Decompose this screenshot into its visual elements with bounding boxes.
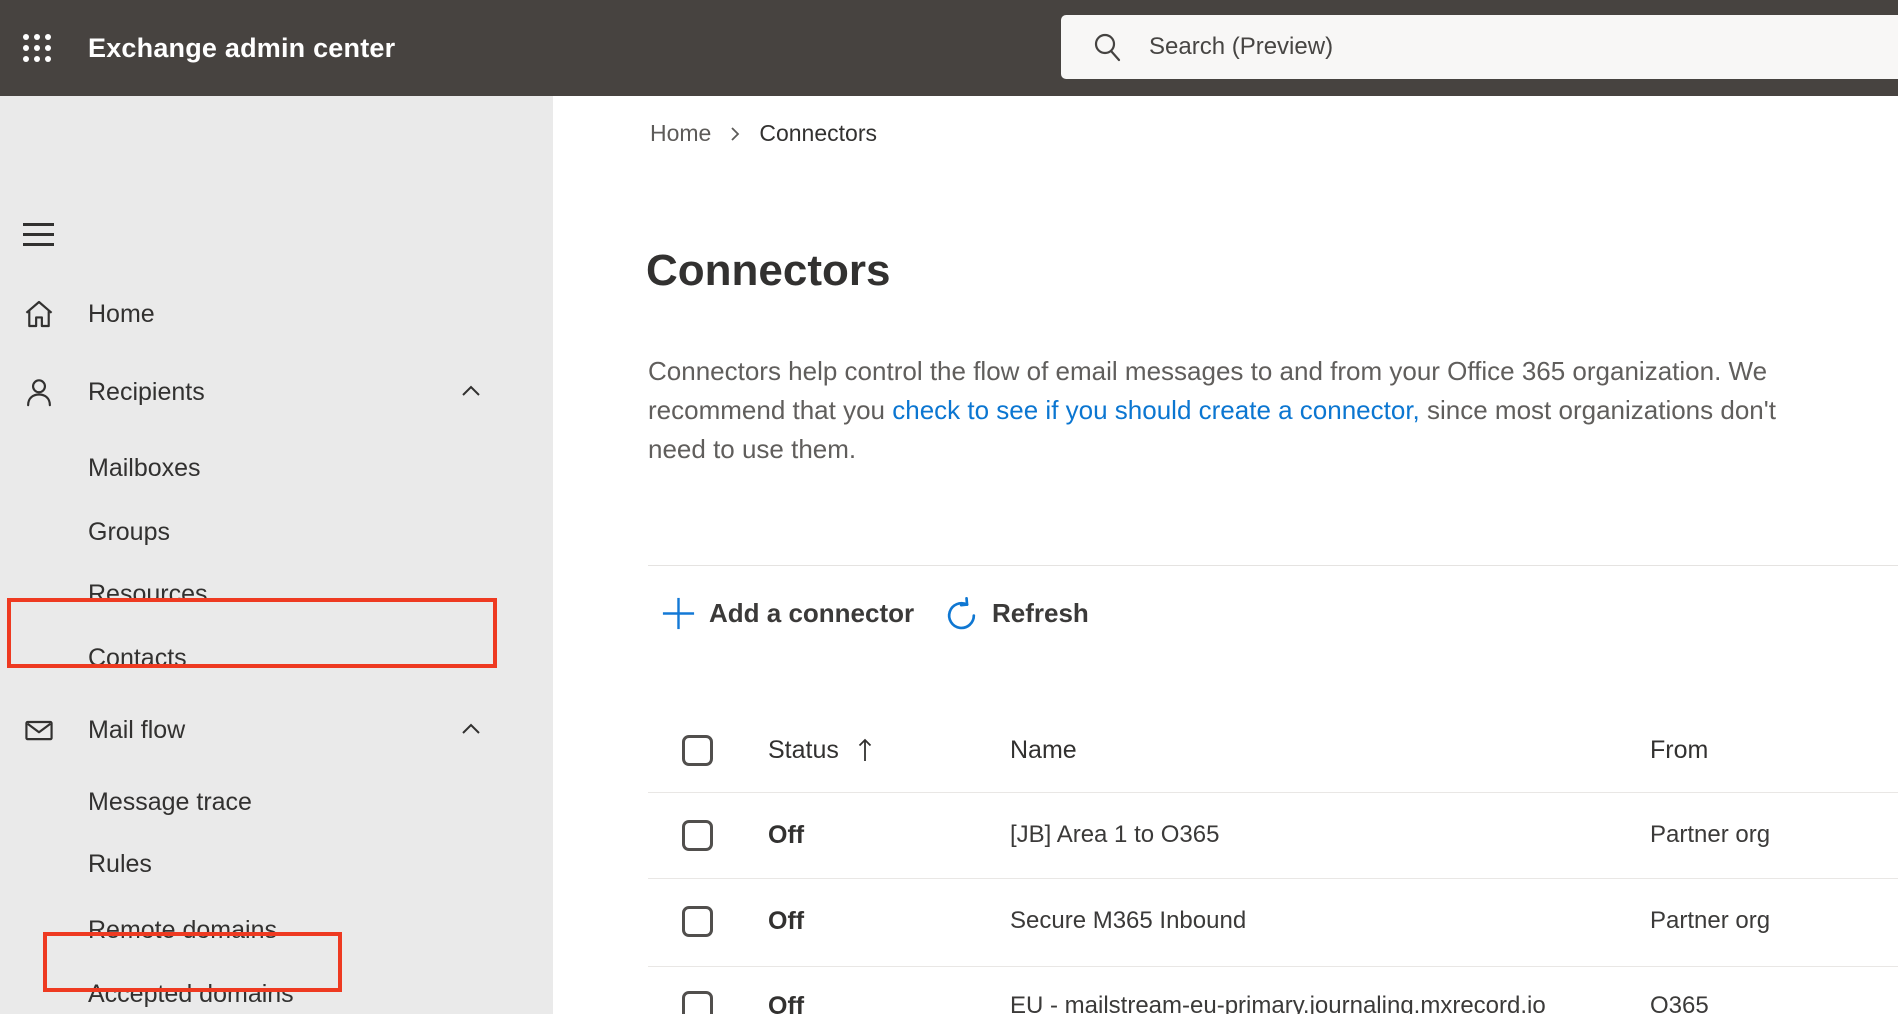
page-description: Connectors help control the flow of emai…: [648, 356, 1776, 464]
sidebar-item-resources[interactable]: Resources: [0, 572, 553, 616]
sidebar-item-mail-flow[interactable]: Mail flow: [0, 708, 553, 752]
row-checkbox[interactable]: [682, 820, 713, 851]
cell-name[interactable]: EU - mailstream-eu-primary.journaling.mx…: [1010, 984, 1546, 1014]
column-header-from[interactable]: From: [1650, 728, 1708, 772]
sidebar-item-home[interactable]: Home: [0, 292, 553, 336]
row-checkbox[interactable]: [682, 991, 713, 1014]
page-title: Connectors: [646, 246, 891, 295]
create-connector-help-link[interactable]: check to see if you should create a conn…: [892, 395, 1420, 425]
sidebar-item-remote-domains[interactable]: Remote domains: [0, 908, 553, 952]
column-header-name[interactable]: Name: [1010, 728, 1077, 772]
refresh-icon: [947, 596, 976, 629]
row-divider: [648, 966, 1898, 967]
cell-name[interactable]: [JB] Area 1 to O365: [1010, 813, 1219, 857]
select-all-checkbox[interactable]: [682, 735, 713, 766]
sidebar-item-mailboxes[interactable]: Mailboxes: [0, 446, 553, 490]
mail-icon: [25, 720, 53, 741]
plus-icon: [662, 597, 695, 629]
sidebar-item-accepted-domains[interactable]: Accepted domains: [0, 972, 553, 1014]
top-app-bar: Exchange admin center: [0, 0, 1898, 96]
sidebar-item-contacts[interactable]: Contacts: [0, 636, 553, 680]
add-connector-button[interactable]: Add a connector: [660, 591, 914, 635]
row-checkbox[interactable]: [682, 906, 713, 937]
cell-from: Partner org: [1650, 821, 1771, 848]
global-search-box[interactable]: [1061, 15, 1898, 79]
chevron-up-icon[interactable]: [459, 380, 483, 404]
breadcrumb: Home Connectors: [650, 113, 877, 153]
cell-from: Partner org: [1650, 907, 1771, 934]
row-divider: [648, 878, 1898, 879]
sidebar-item-rules[interactable]: Rules: [0, 842, 553, 886]
sidebar-item-recipients[interactable]: Recipients: [0, 370, 553, 414]
person-icon: [27, 379, 51, 407]
column-header-status[interactable]: Status: [768, 728, 873, 772]
app-launcher-waffle-icon[interactable]: [20, 31, 54, 65]
cell-status: Off: [768, 906, 805, 935]
sort-ascending-icon: [858, 738, 872, 761]
search-icon: [1094, 33, 1121, 62]
search-input[interactable]: [1149, 33, 1749, 61]
chevron-right-icon: [731, 127, 740, 141]
breadcrumb-current: Connectors: [759, 119, 877, 146]
left-navigation-pane: Home Recipients Mailboxes Groups Resourc…: [0, 96, 553, 1014]
toolbar-divider: [648, 565, 1898, 566]
home-icon: [25, 300, 53, 328]
sidebar-item-groups[interactable]: Groups: [0, 510, 553, 554]
hamburger-menu-icon[interactable]: [23, 223, 54, 247]
row-divider: [648, 792, 1898, 793]
breadcrumb-home-link[interactable]: Home: [650, 120, 711, 147]
cell-name[interactable]: Secure M365 Inbound: [1010, 899, 1246, 943]
cell-from: O365: [1650, 992, 1709, 1014]
refresh-button[interactable]: Refresh: [943, 591, 1089, 635]
chevron-up-icon[interactable]: [459, 718, 483, 742]
sidebar-item-message-trace[interactable]: Message trace: [0, 780, 553, 824]
exchange-admin-center-window: Exchange admin center Home Recipients: [0, 0, 1898, 1014]
app-title: Exchange admin center: [88, 32, 396, 63]
cell-status: Off: [768, 991, 805, 1014]
cell-status: Off: [768, 820, 805, 849]
